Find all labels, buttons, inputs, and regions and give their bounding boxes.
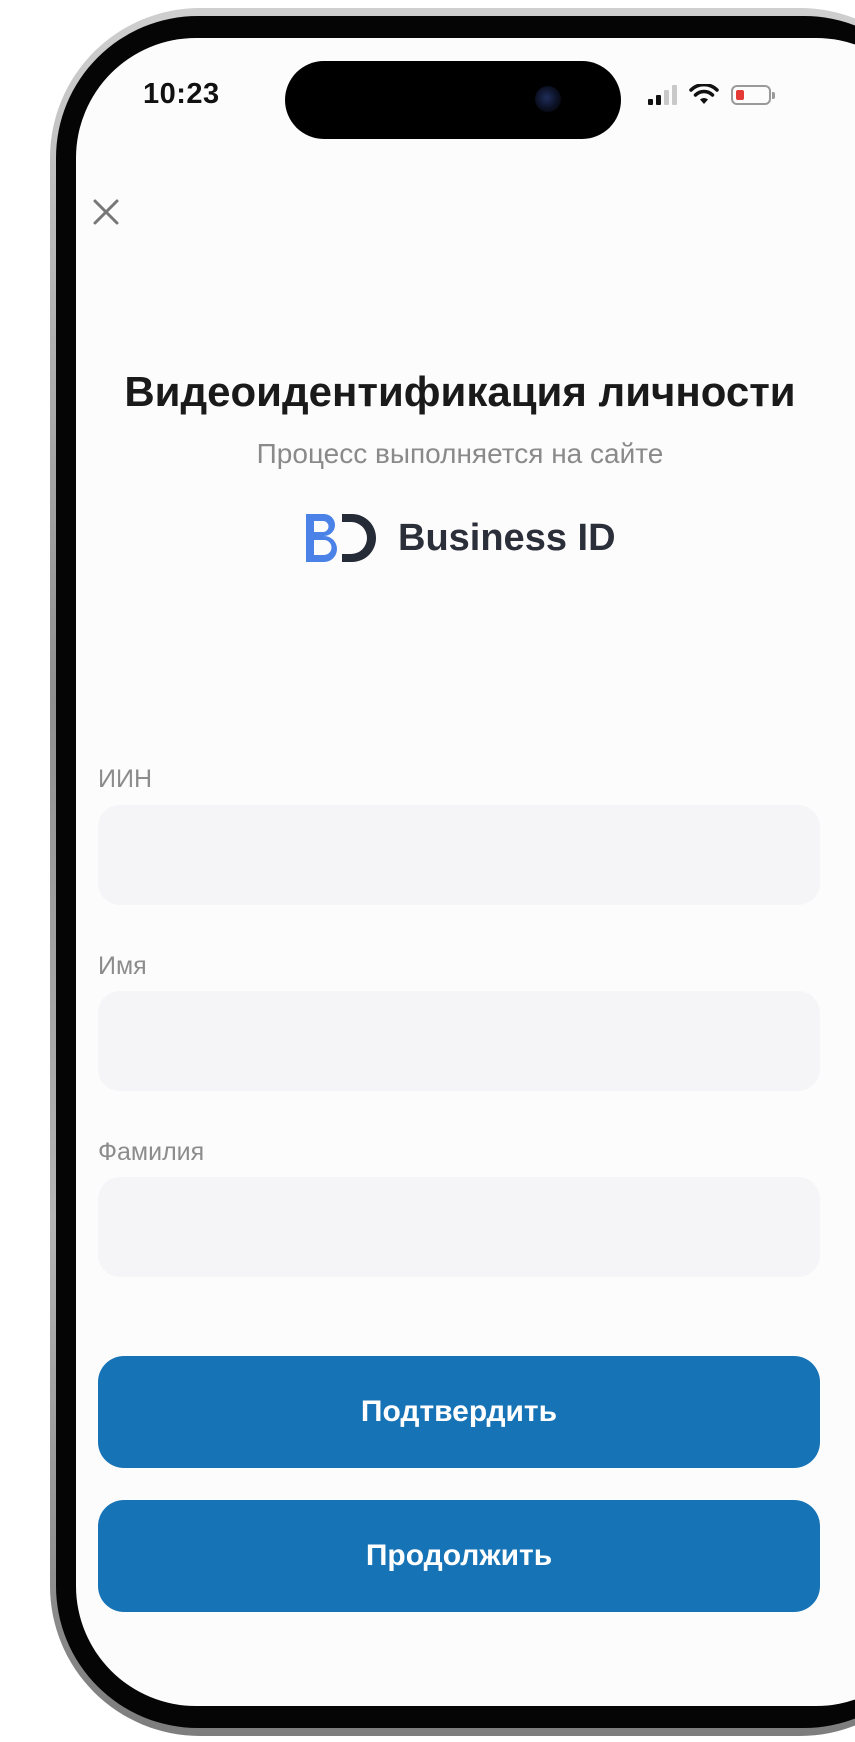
first-name-label: Имя <box>98 952 147 980</box>
iin-input[interactable] <box>98 805 820 905</box>
page-subtitle: Процесс выполняется на сайте <box>256 438 664 469</box>
dynamic-island <box>285 61 621 139</box>
stage: 10:23 Видеоидентификация личности Процес… <box>0 0 855 1742</box>
battery-low-icon <box>731 85 775 105</box>
first-name-input[interactable] <box>98 991 820 1091</box>
last-name-label: Фамилия <box>98 1138 205 1166</box>
page-title: Видеоидентификация личности <box>124 368 796 415</box>
cellular-signal-icon <box>648 85 677 105</box>
continue-button[interactable]: Продолжить <box>98 1500 820 1612</box>
wifi-icon <box>689 84 719 104</box>
iin-label: ИИН <box>98 765 152 793</box>
status-icons <box>648 84 775 106</box>
business-id-logo-text: Business ID <box>398 516 616 559</box>
confirm-button[interactable]: Подтвердить <box>98 1356 820 1468</box>
status-time: 10:23 <box>143 78 220 110</box>
last-name-input[interactable] <box>98 1177 820 1277</box>
front-camera <box>535 86 561 112</box>
business-id-logo: Business ID <box>302 510 616 566</box>
close-icon[interactable] <box>90 196 122 228</box>
business-id-logo-mark <box>306 514 376 562</box>
